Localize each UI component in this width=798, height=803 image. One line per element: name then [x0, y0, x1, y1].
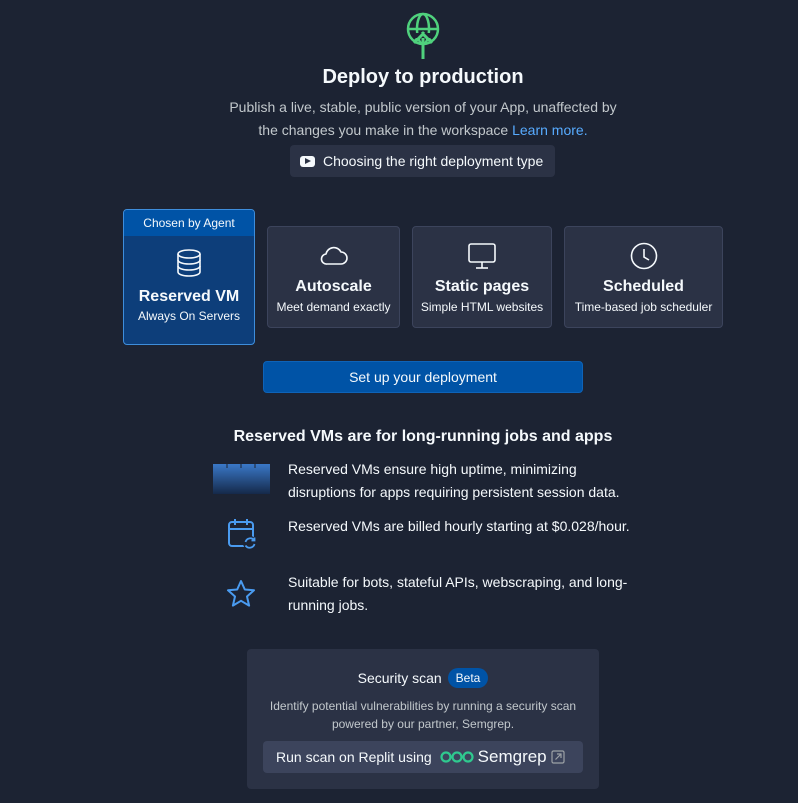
youtube-icon — [300, 155, 315, 167]
semgrep-brand: Semgrep — [440, 747, 565, 767]
feature-text: Reserved VMs are billed hourly starting … — [288, 518, 630, 534]
card-title: Scheduled — [603, 278, 684, 295]
beta-badge: Beta — [447, 668, 489, 688]
deployment-type-video-button[interactable]: Choosing the right deployment type — [290, 145, 555, 177]
feature-item: Reserved VMs are billed hourly starting … — [213, 515, 643, 565]
feature-text: Suitable for bots, stateful APIs, webscr… — [288, 574, 628, 613]
feature-text: Reserved VMs ensure high uptime, minimiz… — [288, 461, 620, 500]
security-scan-title: Security scan — [357, 670, 442, 686]
deployment-card-scheduled[interactable]: Scheduled Time-based job scheduler — [564, 226, 723, 328]
subtitle-line-1: Publish a live, stable, public version o… — [229, 99, 617, 115]
security-scan-panel: Security scan Beta Identify potential vu… — [247, 649, 599, 789]
cloud-icon — [320, 246, 348, 265]
calendar-repeat-icon — [228, 519, 257, 550]
subtitle-line-2: the changes you make in the workspace Le… — [258, 122, 588, 138]
scan-desc-line-1: Identify potential vulnerabilities by ru… — [269, 699, 577, 713]
feature-item: Reserved VMs ensure high uptime, minimiz… — [213, 458, 643, 508]
deployment-card-autoscale[interactable]: Autoscale Meet demand exactly — [267, 226, 400, 328]
card-title: Static pages — [434, 278, 530, 295]
security-scan-description: Identify potential vulnerabilities by ru… — [247, 697, 599, 733]
star-icon — [227, 580, 255, 607]
globe-upload-icon — [406, 12, 440, 59]
card-description: Time-based job scheduler — [574, 300, 713, 314]
monitor-icon — [468, 243, 496, 269]
semgrep-logo-icon — [440, 751, 474, 763]
card-description: Always On Servers — [137, 309, 241, 323]
info-section-title: Reserved VMs are for long-running jobs a… — [233, 428, 613, 445]
external-link-icon — [551, 750, 565, 764]
chosen-by-agent-badge: Chosen by Agent — [124, 210, 254, 236]
card-title: Autoscale — [295, 278, 372, 295]
page-title: Deploy to production — [322, 66, 524, 88]
learn-more-link[interactable]: Learn more. — [512, 122, 587, 138]
deployment-card-reserved-vm[interactable]: Chosen by Agent Reserved VM Always On Se… — [123, 209, 255, 345]
card-description: Simple HTML websites — [420, 300, 544, 314]
run-semgrep-scan-button[interactable]: Run scan on Replit using Semgrep — [263, 741, 583, 773]
security-scan-header: Security scan Beta — [247, 668, 599, 688]
deployment-card-static-pages[interactable]: Static pages Simple HTML websites — [412, 226, 552, 328]
scan-button-label: Run scan on Replit using — [276, 749, 432, 765]
semgrep-wordmark: Semgrep — [477, 747, 547, 766]
page-subtitle: Publish a live, stable, public version o… — [0, 96, 798, 142]
video-button-label: Choosing the right deployment type — [323, 153, 544, 169]
feature-item: Suitable for bots, stateful APIs, webscr… — [213, 571, 643, 621]
uptime-bar-icon — [213, 464, 270, 494]
database-icon — [177, 249, 201, 277]
card-title: Reserved VM — [138, 288, 240, 305]
setup-deployment-button[interactable]: Set up your deployment — [263, 361, 583, 393]
card-description: Meet demand exactly — [276, 300, 391, 314]
scan-desc-line-2: powered by our partner, Semgrep. — [331, 717, 515, 731]
clock-icon — [630, 242, 657, 270]
